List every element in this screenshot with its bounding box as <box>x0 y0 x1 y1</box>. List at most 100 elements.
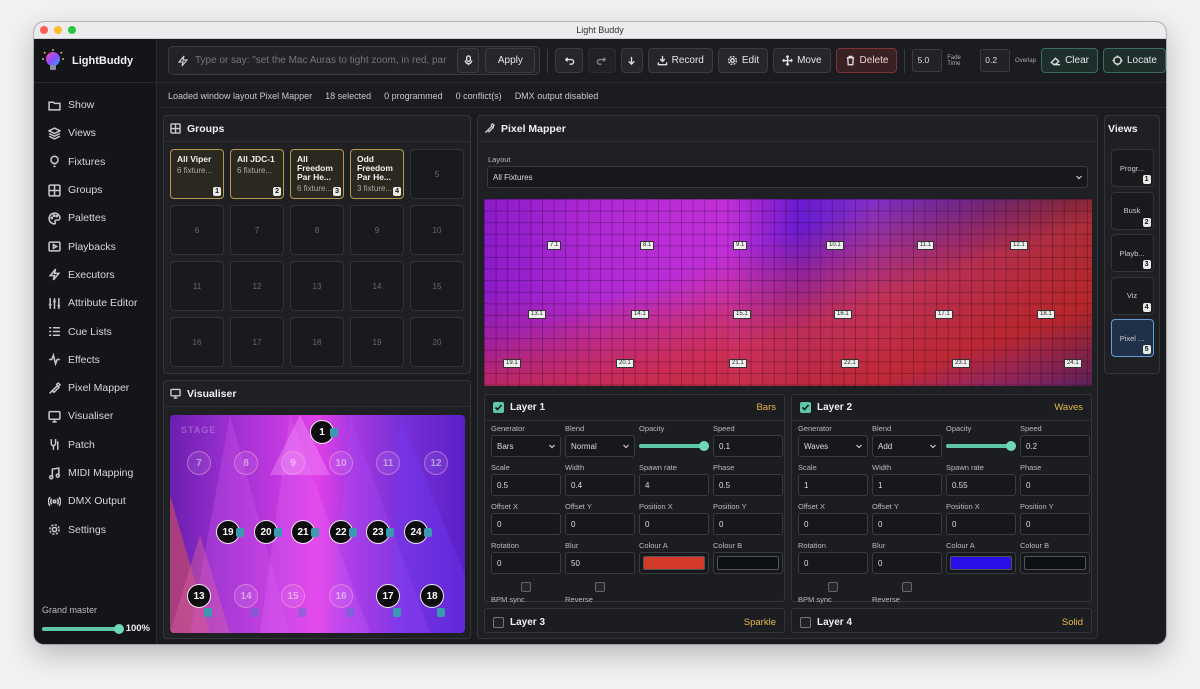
layer-enable-checkbox[interactable] <box>800 402 811 413</box>
fixture-marker[interactable]: 16 <box>329 584 353 608</box>
view-tile[interactable]: Pixel ... 5 <box>1110 319 1154 357</box>
colour-a-swatch[interactable] <box>639 552 709 574</box>
width-input[interactable]: 1 <box>872 474 942 496</box>
fixture-marker[interactable]: 12 <box>424 451 448 475</box>
record-button[interactable]: Record <box>647 48 713 73</box>
fixture-marker[interactable]: 10 <box>329 451 353 475</box>
layer-enable-checkbox[interactable] <box>493 616 504 628</box>
opacity-slider-thumb[interactable] <box>1006 441 1016 451</box>
generator-select[interactable]: Bars <box>491 435 561 457</box>
reverse-checkbox[interactable] <box>902 582 912 592</box>
sidebar-item-palettes[interactable]: Palettes <box>34 204 156 232</box>
fixture-marker[interactable]: 9 <box>281 451 305 475</box>
scale-input[interactable]: 0.5 <box>491 474 561 496</box>
empty-group-slot[interactable]: 15 <box>410 261 464 311</box>
close-window-button[interactable] <box>40 26 48 34</box>
locate-button[interactable]: Locate <box>1102 48 1166 73</box>
edit-button[interactable]: Edit <box>717 48 769 73</box>
sidebar-item-pixel-mapper[interactable]: Pixel Mapper <box>34 374 156 402</box>
empty-group-slot[interactable]: 18 <box>290 317 344 367</box>
bpm-sync-checkbox[interactable] <box>521 582 531 592</box>
empty-group-slot[interactable]: 13 <box>290 261 344 311</box>
empty-group-slot[interactable]: 16 <box>170 317 224 367</box>
sidebar-item-views[interactable]: Views <box>34 119 156 147</box>
opacity-slider[interactable] <box>639 435 709 457</box>
minimize-window-button[interactable] <box>54 26 62 34</box>
pixel-canvas[interactable]: 7.1 8.1 9.1 10.1 11.1 12.1 13.1 14.1 15.1 16.1 17.… <box>484 199 1092 386</box>
colour-b-swatch[interactable] <box>1020 552 1090 574</box>
position-x-input[interactable]: 0 <box>946 513 1016 535</box>
command-input[interactable] <box>195 55 452 66</box>
sidebar-item-show[interactable]: Show <box>34 91 156 119</box>
delete-button[interactable]: Delete <box>835 48 898 73</box>
scale-input[interactable]: 1 <box>798 474 868 496</box>
phase-input[interactable]: 0.5 <box>713 474 783 496</box>
view-tile[interactable]: Viz 4 <box>1110 276 1154 315</box>
position-y-input[interactable]: 0 <box>713 513 783 535</box>
group-tile[interactable]: All Freedom Par He... 6 fixture... 3 <box>290 149 344 199</box>
sidebar-item-executors[interactable]: Executors <box>34 261 156 289</box>
empty-group-slot[interactable]: 11 <box>170 261 224 311</box>
overlap-input[interactable]: 0.2 <box>980 49 1011 72</box>
offset-y-input[interactable]: 0 <box>565 513 635 535</box>
blend-select[interactable]: Add <box>872 435 942 457</box>
empty-group-slot[interactable]: 12 <box>230 261 284 311</box>
fixture-marker[interactable]: 15 <box>281 584 305 608</box>
offset-x-input[interactable]: 0 <box>798 513 868 535</box>
offset-x-input[interactable]: 0 <box>491 513 561 535</box>
undo-button[interactable] <box>555 48 584 73</box>
opacity-slider-thumb[interactable] <box>699 441 709 451</box>
grand-master-slider-thumb[interactable] <box>114 623 124 634</box>
empty-group-slot[interactable]: 14 <box>350 261 404 311</box>
layer-header[interactable]: Layer 2 Waves <box>792 395 1091 421</box>
fixture-marker[interactable]: 13 <box>187 584 211 608</box>
group-tile[interactable]: Odd Freedom Par He... 3 fixture... 4 <box>350 149 404 199</box>
microphone-button[interactable] <box>457 48 480 73</box>
empty-group-slot[interactable]: 19 <box>350 317 404 367</box>
layer-header[interactable]: Layer 4 Solid <box>792 609 1091 635</box>
fixture-marker[interactable]: 8 <box>234 451 258 475</box>
blend-select[interactable]: Normal <box>565 435 635 457</box>
sidebar-item-dmx-output[interactable]: DMX Output <box>34 487 156 515</box>
bpm-sync-checkbox[interactable] <box>828 582 838 592</box>
spawn-rate-input[interactable]: 0.55 <box>946 474 1016 496</box>
sidebar-item-groups[interactable]: Groups <box>34 176 156 204</box>
fixture-marker[interactable]: 18 <box>420 584 444 608</box>
width-input[interactable]: 0.4 <box>565 474 635 496</box>
spawn-rate-input[interactable]: 4 <box>639 474 709 496</box>
empty-group-slot[interactable]: 8 <box>290 205 344 255</box>
sidebar-item-patch[interactable]: Patch <box>34 431 156 459</box>
speed-input[interactable]: 0.1 <box>713 435 783 457</box>
layer-header[interactable]: Layer 3 Sparkle <box>485 609 784 635</box>
sidebar-item-midi-mapping[interactable]: MIDI Mapping <box>34 459 156 487</box>
zoom-window-button[interactable] <box>68 26 76 34</box>
offset-y-input[interactable]: 0 <box>872 513 942 535</box>
sidebar-item-cue-lists[interactable]: Cue Lists <box>34 317 156 345</box>
fixture-marker[interactable]: 7 <box>187 451 211 475</box>
colour-b-swatch[interactable] <box>713 552 783 574</box>
fixture-marker[interactable]: 11 <box>376 451 400 475</box>
speed-input[interactable]: 0.2 <box>1020 435 1090 457</box>
view-tile[interactable]: Playb... 3 <box>1110 234 1154 272</box>
empty-group-slot[interactable]: 10 <box>410 205 464 255</box>
redo-button[interactable] <box>588 48 616 73</box>
empty-group-slot[interactable]: 20 <box>410 317 464 367</box>
sidebar-item-effects[interactable]: Effects <box>34 346 156 374</box>
generator-select[interactable]: Waves <box>798 435 868 457</box>
reverse-checkbox[interactable] <box>595 582 605 592</box>
empty-group-slot[interactable]: 5 <box>410 149 464 199</box>
group-tile[interactable]: All Viper 6 fixture... 1 <box>170 149 224 199</box>
rotation-input[interactable]: 0 <box>798 552 868 574</box>
clear-button[interactable]: Clear <box>1041 48 1098 73</box>
fixture-marker[interactable]: 17 <box>376 584 400 608</box>
fixture-marker[interactable]: 14 <box>234 584 258 608</box>
layer-enable-checkbox[interactable] <box>800 616 811 628</box>
empty-group-slot[interactable]: 17 <box>230 317 284 367</box>
view-tile[interactable]: Progr... 1 <box>1110 149 1154 187</box>
layout-select[interactable]: All Fixtures <box>487 166 1088 188</box>
layer-enable-checkbox[interactable] <box>493 402 504 413</box>
sidebar-item-playbacks[interactable]: Playbacks <box>34 232 156 260</box>
blur-input[interactable]: 50 <box>565 552 635 574</box>
visualiser-stage[interactable]: STAGE 1 7 8 9 10 11 12 19 20 21 22 23 24 13 14 15 16 17 18 <box>170 415 465 633</box>
move-button[interactable]: Move <box>773 48 831 73</box>
